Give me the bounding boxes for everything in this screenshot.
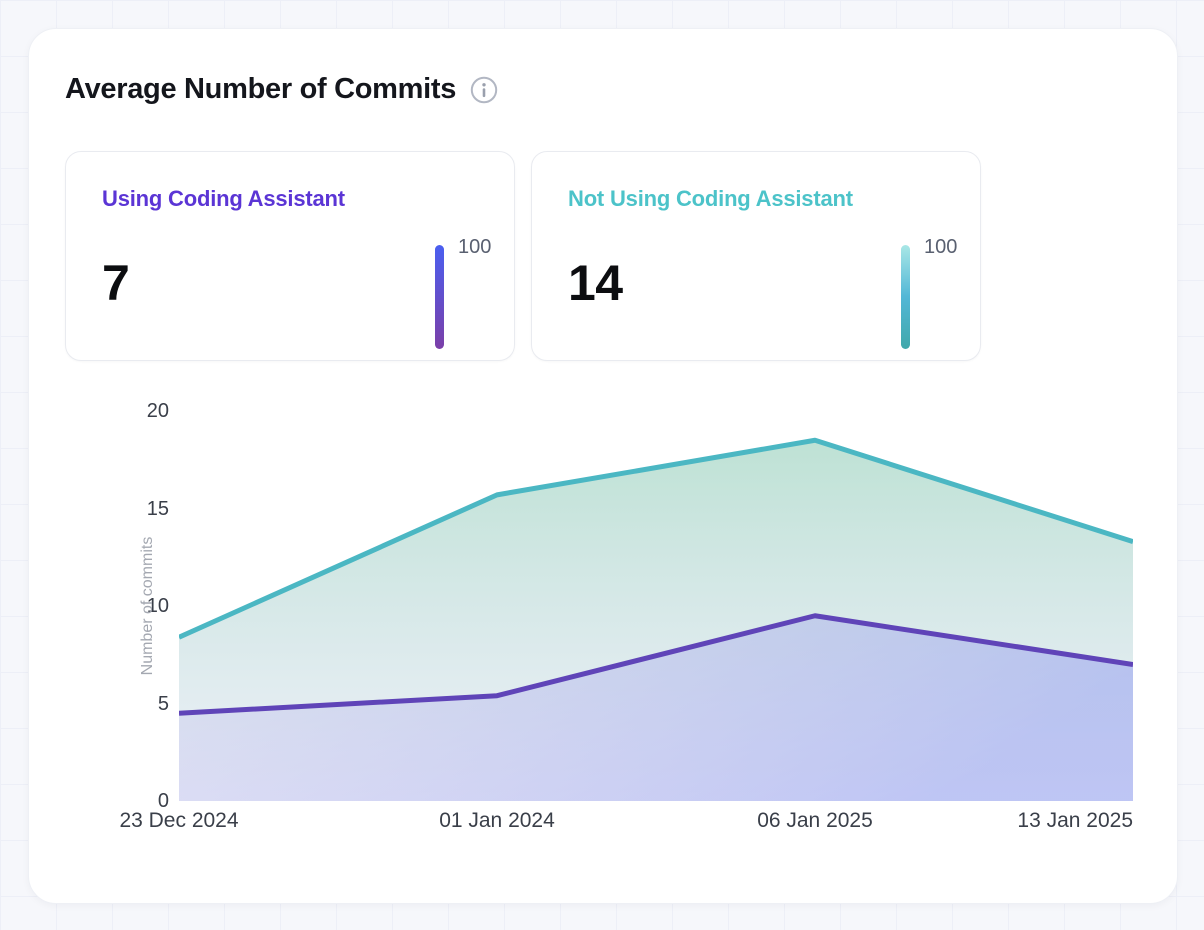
stat-scale-label: 100 [924,236,957,259]
y-tick-label: 5 [39,691,169,717]
stat-cards: Using Coding Assistant 7 100 Not Using C… [65,151,981,361]
x-tick-label: 23 Dec 2024 [79,809,279,833]
stat-card-value: 7 [102,254,129,312]
chart-plot-area[interactable] [179,411,1133,801]
x-tick-label: 06 Jan 2025 [715,809,915,833]
stat-card-label: Using Coding Assistant [102,186,345,212]
stat-card-not-using: Not Using Coding Assistant 14 100 [531,151,981,361]
panel-header: Average Number of Commits [65,73,498,106]
y-axis-title: Number of commits [139,537,157,676]
stat-gradient-bar [435,245,444,349]
y-tick-label: 15 [39,496,169,522]
y-tick-label: 20 [39,398,169,424]
stat-card-using: Using Coding Assistant 7 100 [65,151,515,361]
page-title: Average Number of Commits [65,73,456,106]
stat-card-label: Not Using Coding Assistant [568,186,853,212]
x-tick-label: 13 Jan 2025 [933,809,1133,833]
stat-scale-label: 100 [458,236,491,259]
commits-area-chart: 05101520 Number of commits 23 Dec 202401… [29,401,1177,871]
stat-gradient-bar [901,245,910,349]
info-icon[interactable] [470,76,498,104]
x-tick-label: 01 Jan 2024 [397,809,597,833]
dashboard-page: Average Number of Commits Using Coding A… [0,0,1204,930]
commits-panel: Average Number of Commits Using Coding A… [28,28,1178,904]
stat-card-value: 14 [568,254,623,312]
